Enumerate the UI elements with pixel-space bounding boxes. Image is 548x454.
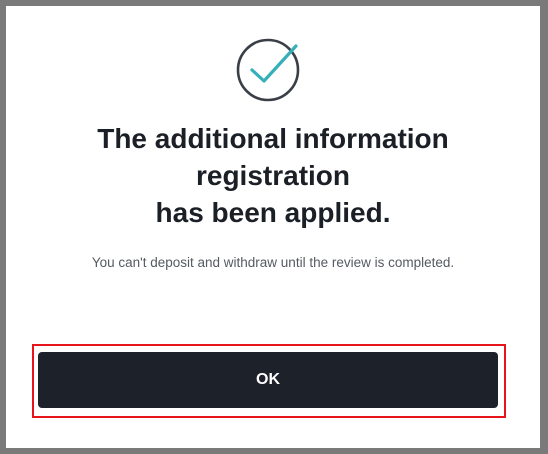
dialog-title: The additional information registration …: [6, 120, 540, 231]
dialog-title-line-1: The additional information: [97, 123, 449, 154]
check-circle-icon: [236, 38, 300, 102]
dialog-message: You can't deposit and withdraw until the…: [91, 255, 455, 270]
dialog-title-line-2: registration: [195, 160, 351, 191]
confirmation-dialog: The additional information registration …: [6, 6, 540, 448]
dialog-title-line-3: has been applied.: [155, 197, 391, 228]
ok-button[interactable]: OK: [38, 352, 498, 408]
